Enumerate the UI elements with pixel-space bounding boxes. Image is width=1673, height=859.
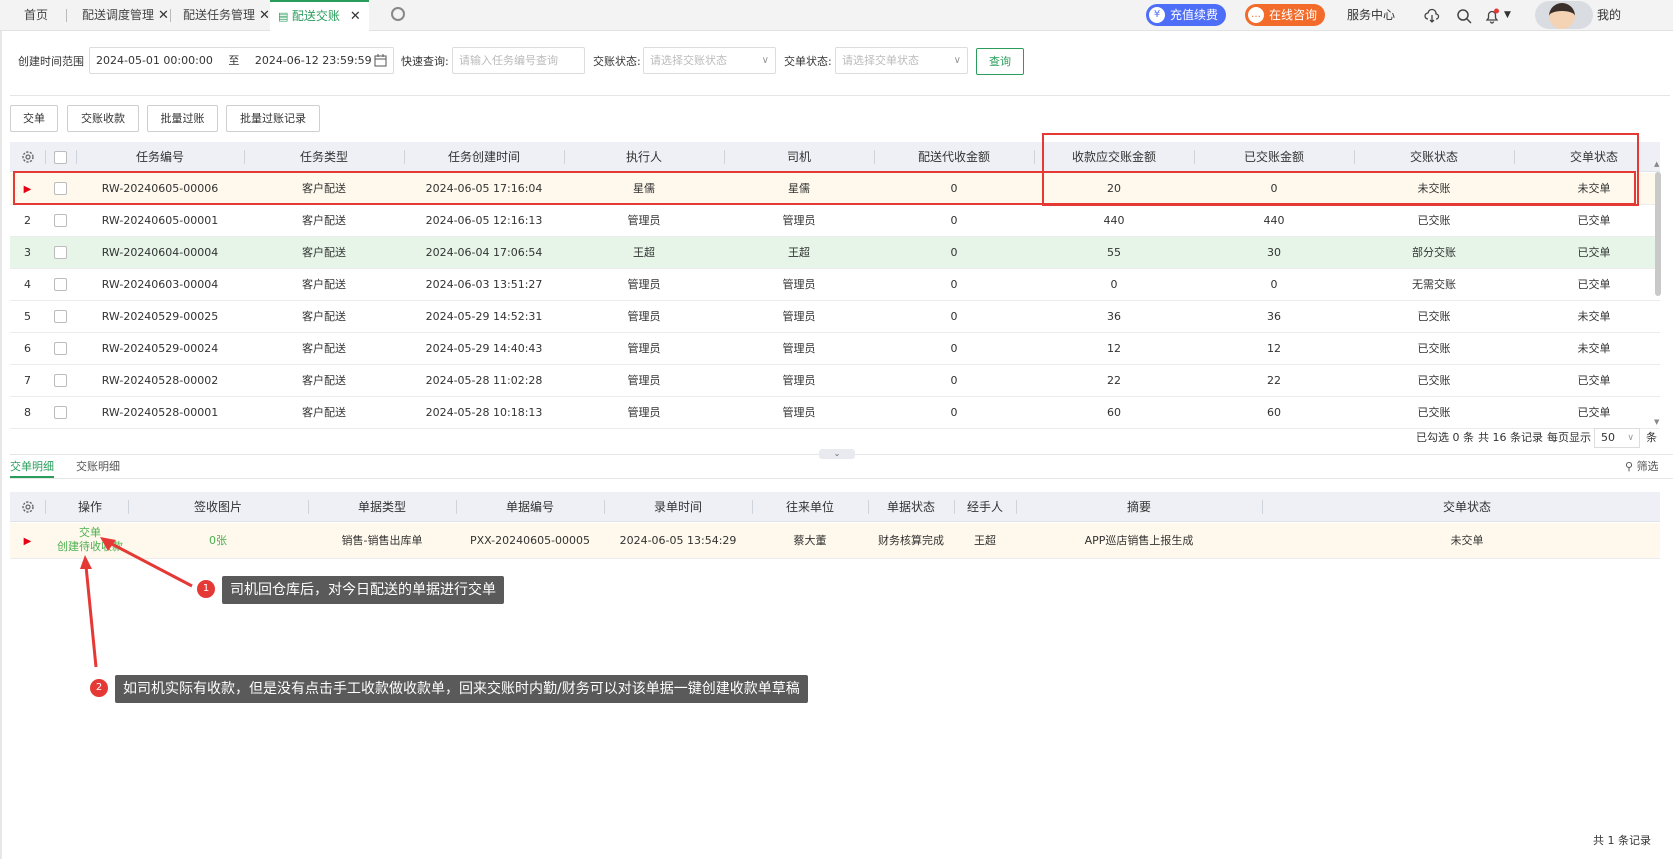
annotation-callout-2: 如司机实际有收款，但是没有点击手工收款做收款单，回来交账时内勤/财务可以对该单据… [115, 675, 808, 703]
annotation-callout-1: 司机回仓库后，对今日配送的单据进行交单 [222, 576, 504, 604]
annotation-badge-2: 2 [90, 679, 108, 697]
annotation-arrows [80, 537, 193, 668]
app-window: 首页 配送调度管理 ✕ 配送任务管理 ✕ ▤ 配送交账 ✕ ¥ 充值续费 … 在线咨询 服… [0, 0, 1673, 859]
detail-total-records: 共 1 条记录 [1593, 834, 1651, 847]
annotation-badge-1: 1 [197, 580, 215, 598]
